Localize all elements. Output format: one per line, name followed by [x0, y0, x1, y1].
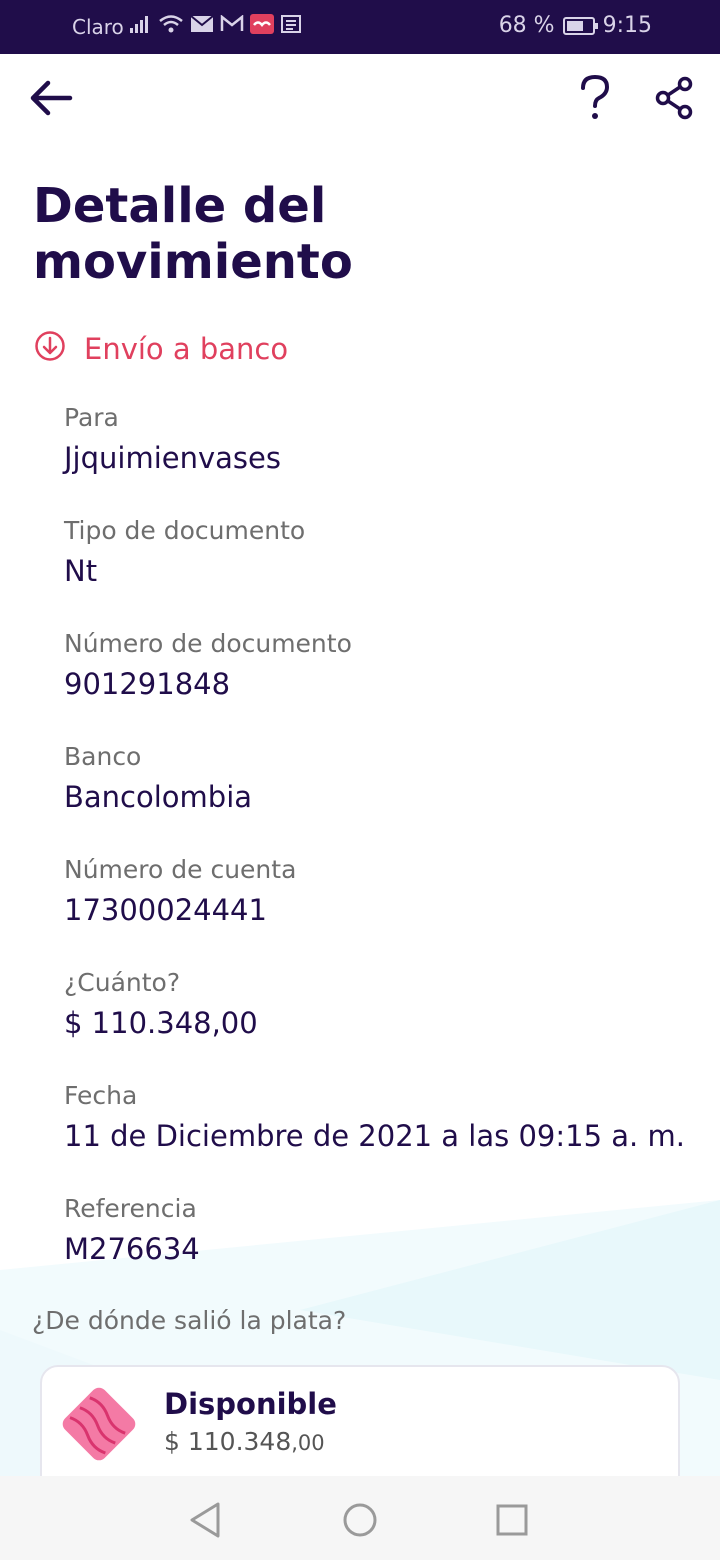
status-bar: Claro 68 % 9:15	[0, 0, 720, 54]
detail-value: $ 110.348,00	[64, 1006, 258, 1040]
detail-label: Referencia	[64, 1194, 197, 1223]
mail-icon	[190, 15, 214, 32]
transaction-type: Envío a banco	[34, 326, 288, 366]
battery-icon	[562, 16, 598, 35]
detail-banco: Banco Bancolombia	[64, 742, 252, 814]
detail-value: 17300024441	[64, 893, 267, 927]
clock: 9:15	[602, 13, 652, 38]
question-icon	[581, 74, 610, 119]
back-button[interactable]	[28, 78, 74, 118]
nav-recents-button[interactable]	[490, 1498, 534, 1542]
help-button[interactable]	[578, 74, 612, 122]
square-recents-icon	[496, 1504, 528, 1536]
detail-label: Para	[64, 403, 119, 432]
account-name: Disponible	[164, 1387, 337, 1421]
status-right: 68 % 9:15	[499, 13, 652, 38]
signal-icon	[130, 16, 148, 33]
detail-label: Banco	[64, 742, 142, 771]
detail-value: Jjquimienvases	[64, 441, 281, 475]
detail-tipo-documento: Tipo de documento Nt	[64, 516, 305, 588]
account-balance: $ 110.348,00	[164, 1427, 325, 1456]
balance-main: $ 110.348	[164, 1427, 292, 1456]
wifi-icon	[159, 15, 183, 33]
pocket-icon	[62, 1387, 136, 1461]
arrow-down-circle-icon	[35, 331, 65, 361]
triangle-back-icon	[190, 1502, 220, 1538]
detail-fecha: Fecha 11 de Diciembre de 2021 a las 09:1…	[64, 1081, 685, 1153]
source-question: ¿De dónde salió la plata?	[32, 1306, 347, 1335]
circle-home-icon	[343, 1503, 377, 1537]
detail-value: 11 de Diciembre de 2021 a las 09:15 a. m…	[64, 1119, 685, 1153]
detail-numero-documento: Número de documento 901291848	[64, 629, 352, 701]
status-icons	[128, 14, 302, 34]
transaction-type-label: Envío a banco	[84, 332, 289, 366]
detail-value: M276634	[64, 1232, 200, 1266]
detail-value: Nt	[64, 554, 98, 588]
battery-fill	[566, 20, 583, 31]
nav-home-button[interactable]	[338, 1498, 382, 1542]
battery-percent: 68 %	[498, 13, 555, 38]
detail-referencia: Referencia M276634	[64, 1194, 200, 1266]
detail-value: Bancolombia	[64, 780, 253, 814]
detail-label: Número de documento	[64, 629, 352, 658]
balance-decimals: ,00	[291, 1431, 325, 1455]
detail-label: Fecha	[64, 1081, 138, 1110]
app-notification-icon	[250, 14, 274, 34]
system-nav-bar	[0, 1476, 720, 1560]
nav-back-button[interactable]	[184, 1498, 228, 1542]
detail-para: Para Jjquimienvases	[64, 403, 281, 475]
share-button[interactable]	[654, 76, 694, 120]
gmail-icon	[220, 15, 244, 31]
carrier-name: Claro	[72, 15, 124, 39]
detail-numero-cuenta: Número de cuenta 17300024441	[64, 855, 296, 927]
news-icon	[281, 15, 301, 33]
arrow-left-icon	[30, 80, 73, 116]
page-title: Detalle del movimiento	[33, 178, 353, 290]
detail-cuanto: ¿Cuánto? $ 110.348,00	[64, 968, 258, 1040]
share-icon	[655, 76, 693, 120]
detail-label: Tipo de documento	[64, 516, 306, 545]
detail-label: ¿Cuánto?	[64, 968, 181, 997]
detail-value: 901291848	[64, 667, 231, 701]
detail-label: Número de cuenta	[64, 855, 297, 884]
